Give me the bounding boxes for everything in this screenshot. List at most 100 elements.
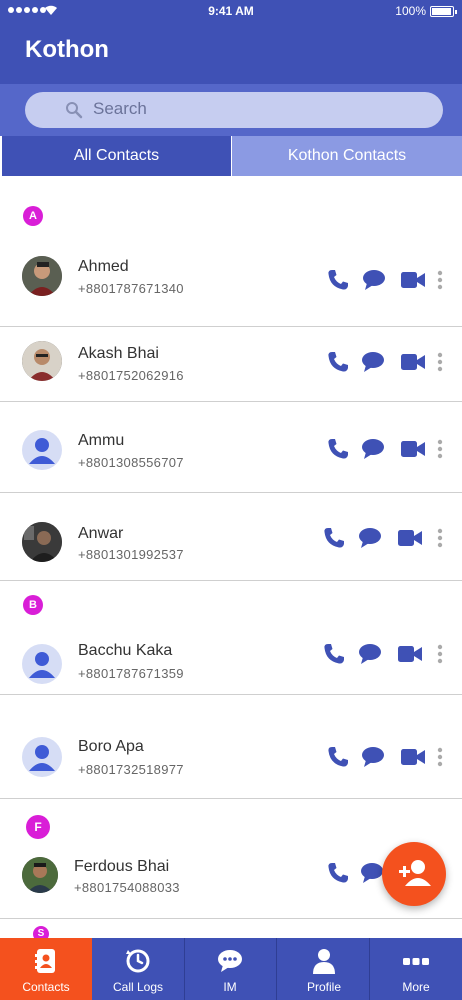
contact-phone: +8801308556707 xyxy=(78,455,184,470)
nav-call-logs[interactable]: Call Logs xyxy=(92,938,184,1000)
message-button[interactable] xyxy=(358,643,382,670)
tab-all-contacts[interactable]: All Contacts xyxy=(2,136,231,176)
message-button[interactable] xyxy=(358,527,382,554)
contact-phone: +8801301992537 xyxy=(78,547,184,562)
call-button[interactable] xyxy=(322,526,346,555)
message-button[interactable] xyxy=(361,351,385,378)
contact-row-bacchu-kaka[interactable]: Bacchu Kaka +8801787671359 xyxy=(0,636,462,696)
nav-label: Call Logs xyxy=(112,980,164,994)
app-title: Kothon xyxy=(25,36,109,63)
nav-more[interactable]: More xyxy=(370,938,462,1000)
nav-label: IM xyxy=(223,980,237,994)
chat-icon xyxy=(362,352,384,372)
search-icon xyxy=(66,102,83,119)
section-header-a: A xyxy=(23,206,43,226)
contact-name: Anwar xyxy=(78,525,124,542)
nav-im[interactable]: IM xyxy=(184,938,276,1000)
more-vertical-icon xyxy=(437,747,443,767)
search-area: Search xyxy=(0,84,462,136)
call-button[interactable] xyxy=(326,437,350,466)
video-call-button[interactable] xyxy=(400,439,426,464)
search-input[interactable]: Search xyxy=(25,92,443,128)
phone-icon xyxy=(324,644,344,664)
more-options-button[interactable] xyxy=(437,528,443,553)
contact-phone: +8801732518977 xyxy=(78,762,184,777)
contact-name: Akash Bhai xyxy=(78,345,159,362)
app-bar: Kothon xyxy=(0,22,462,84)
call-button[interactable] xyxy=(326,745,350,774)
video-call-button[interactable] xyxy=(400,270,426,295)
section-header-f: F xyxy=(26,815,50,839)
video-icon xyxy=(401,441,425,457)
divider xyxy=(0,580,462,581)
phone-icon xyxy=(328,352,348,372)
nav-label: Profile xyxy=(306,980,341,994)
avatar xyxy=(22,857,58,893)
video-call-button[interactable] xyxy=(397,528,423,553)
video-icon xyxy=(401,354,425,370)
call-logs-icon xyxy=(126,949,150,973)
chat-icon xyxy=(359,644,381,664)
divider xyxy=(0,694,462,695)
video-call-button[interactable] xyxy=(400,352,426,377)
call-button[interactable] xyxy=(326,268,350,297)
more-options-button[interactable] xyxy=(437,439,443,464)
tab-kothon-contacts[interactable]: Kothon Contacts xyxy=(232,136,462,176)
battery-icon xyxy=(430,6,457,17)
nav-profile[interactable]: Profile xyxy=(278,938,370,1000)
contact-phone: +8801787671359 xyxy=(78,666,184,681)
contact-row-ammu[interactable]: Ammu +8801308556707 xyxy=(0,422,462,482)
message-button[interactable] xyxy=(361,746,385,773)
contact-tabs: All Contacts Kothon Contacts xyxy=(0,136,462,176)
contact-phone: +8801787671340 xyxy=(78,281,184,296)
more-options-button[interactable] xyxy=(437,352,443,377)
section-header-b: B xyxy=(23,595,43,615)
message-button[interactable] xyxy=(362,269,386,296)
contact-phone: +8801754088033 xyxy=(74,880,180,895)
contact-name: Ferdous Bhai xyxy=(74,858,170,875)
more-vertical-icon xyxy=(437,528,443,548)
add-contact-button[interactable] xyxy=(382,842,446,906)
nav-contacts[interactable]: Contacts xyxy=(0,938,92,1000)
contact-name: Bacchu Kaka xyxy=(78,642,173,659)
more-options-button[interactable] xyxy=(437,644,443,669)
contact-row-anwar[interactable]: Anwar +8801301992537 xyxy=(0,515,462,575)
message-button[interactable] xyxy=(360,862,384,889)
battery-percent: 100% xyxy=(395,4,426,18)
contact-name: Ahmed xyxy=(78,258,129,275)
divider xyxy=(0,492,462,493)
phone-icon xyxy=(328,863,348,883)
more-icon xyxy=(403,958,429,965)
profile-icon xyxy=(313,949,335,974)
more-options-button[interactable] xyxy=(437,270,443,295)
divider xyxy=(0,326,462,327)
more-options-button[interactable] xyxy=(437,747,443,772)
chat-icon xyxy=(363,270,385,290)
message-button[interactable] xyxy=(361,438,385,465)
nav-label: More xyxy=(402,980,430,994)
video-icon xyxy=(401,749,425,765)
nav-label: Contacts xyxy=(22,980,70,994)
chat-icon xyxy=(359,528,381,548)
video-icon xyxy=(401,272,425,288)
phone-icon xyxy=(328,270,348,290)
status-bar: 9:41 AM 100% xyxy=(0,0,462,22)
status-time: 9:41 AM xyxy=(208,4,254,18)
call-button[interactable] xyxy=(326,350,350,379)
contact-row-boro-apa[interactable]: Boro Apa +8801732518977 xyxy=(0,731,462,791)
add-person-icon xyxy=(399,860,431,886)
phone-icon xyxy=(328,439,348,459)
phone-icon xyxy=(328,747,348,767)
call-button[interactable] xyxy=(326,861,350,890)
call-button[interactable] xyxy=(322,642,346,671)
video-call-button[interactable] xyxy=(397,644,423,669)
default-avatar-icon xyxy=(22,737,62,777)
chat-icon xyxy=(218,950,242,972)
phone-icon xyxy=(324,528,344,548)
contact-row-akash-bhai[interactable]: Akash Bhai +8801752062916 xyxy=(0,335,462,395)
more-vertical-icon xyxy=(437,352,443,372)
video-call-button[interactable] xyxy=(400,747,426,772)
chat-icon xyxy=(362,439,384,459)
divider xyxy=(0,798,462,799)
contact-row-ahmed[interactable]: Ahmed +8801787671340 xyxy=(0,248,462,308)
